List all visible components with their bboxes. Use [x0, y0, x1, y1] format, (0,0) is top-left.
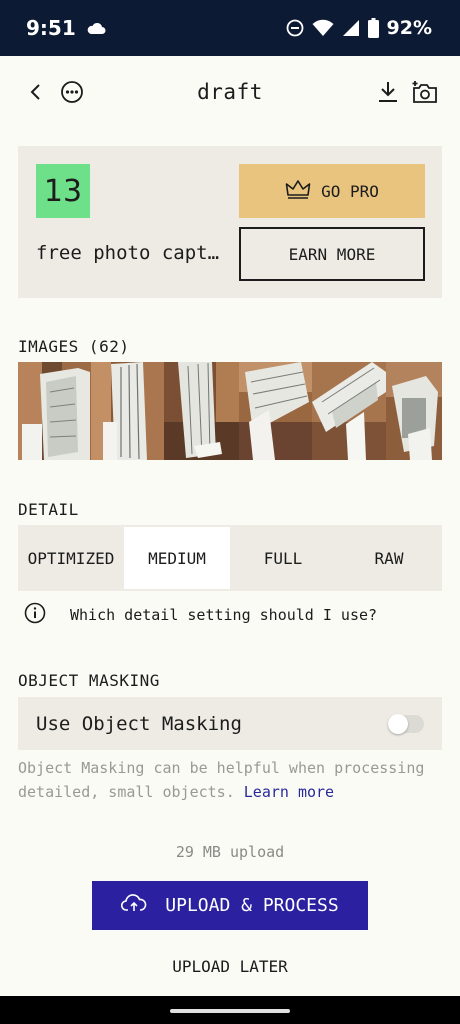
upload-process-button[interactable]: UPLOAD & PROCESS — [92, 881, 368, 930]
dnd-icon — [286, 19, 304, 37]
learn-more-link[interactable]: Learn more — [244, 783, 334, 801]
battery-percent: 92% — [386, 17, 432, 39]
upload-later-button[interactable]: UPLOAD LATER — [0, 957, 460, 976]
detail-selector: OPTIMIZED MEDIUM FULL RAW — [18, 525, 442, 591]
info-icon — [24, 602, 46, 628]
status-left: 9:51 — [26, 16, 106, 40]
upload-process-label: UPLOAD & PROCESS — [165, 895, 339, 916]
status-time: 9:51 — [26, 16, 76, 40]
image-thumbnail[interactable] — [91, 362, 164, 460]
system-nav-bar — [0, 996, 460, 1024]
detail-option-medium[interactable]: MEDIUM — [124, 527, 230, 589]
masking-description-text: Object Masking can be helpful when proce… — [18, 759, 425, 801]
status-bar: 9:51 92% — [0, 0, 460, 56]
add-photo-icon[interactable] — [409, 76, 441, 108]
masking-description: Object Masking can be helpful when proce… — [18, 756, 446, 804]
battery-icon — [367, 18, 379, 38]
toggle-knob — [388, 713, 408, 734]
credits-label: free photo captures — [36, 242, 226, 264]
signal-icon — [342, 19, 360, 37]
crown-icon — [285, 179, 311, 203]
image-thumbnail[interactable] — [239, 362, 312, 460]
images-strip[interactable] — [18, 362, 442, 460]
detail-option-raw[interactable]: RAW — [336, 525, 442, 591]
credits-card: 13 free photo captures GO PRO EARN MORE — [18, 146, 442, 298]
detail-help-link[interactable]: Which detail setting should I use? — [24, 602, 378, 628]
credit-count-badge: 13 — [36, 164, 90, 218]
detail-option-full[interactable]: FULL — [230, 525, 336, 591]
detail-help-text: Which detail setting should I use? — [70, 606, 378, 624]
upload-size: 29 MB upload — [175, 843, 285, 861]
images-label: IMAGES (62) — [18, 337, 130, 356]
wifi-icon — [312, 19, 334, 37]
status-right: 92% — [286, 17, 432, 39]
go-pro-button[interactable]: GO PRO — [239, 164, 425, 218]
earn-more-button[interactable]: EARN MORE — [239, 227, 425, 281]
cloud-icon — [86, 21, 106, 35]
image-thumbnail[interactable] — [386, 362, 442, 460]
detail-label: DETAIL — [18, 500, 79, 519]
cloud-upload-icon — [121, 893, 147, 918]
app-bar: draft — [0, 56, 460, 128]
object-masking-toggle-label: Use Object Masking — [36, 712, 242, 735]
object-masking-row: Use Object Masking — [18, 697, 442, 750]
go-pro-label: GO PRO — [321, 181, 379, 201]
detail-option-optimized[interactable]: OPTIMIZED — [18, 525, 124, 591]
object-masking-toggle[interactable] — [388, 713, 424, 734]
download-icon[interactable] — [372, 76, 404, 108]
image-thumbnail[interactable] — [312, 362, 386, 460]
image-thumbnail[interactable] — [18, 362, 91, 460]
image-thumbnail[interactable] — [164, 362, 239, 460]
masking-label: OBJECT MASKING — [18, 671, 160, 690]
home-handle[interactable] — [170, 1009, 290, 1013]
